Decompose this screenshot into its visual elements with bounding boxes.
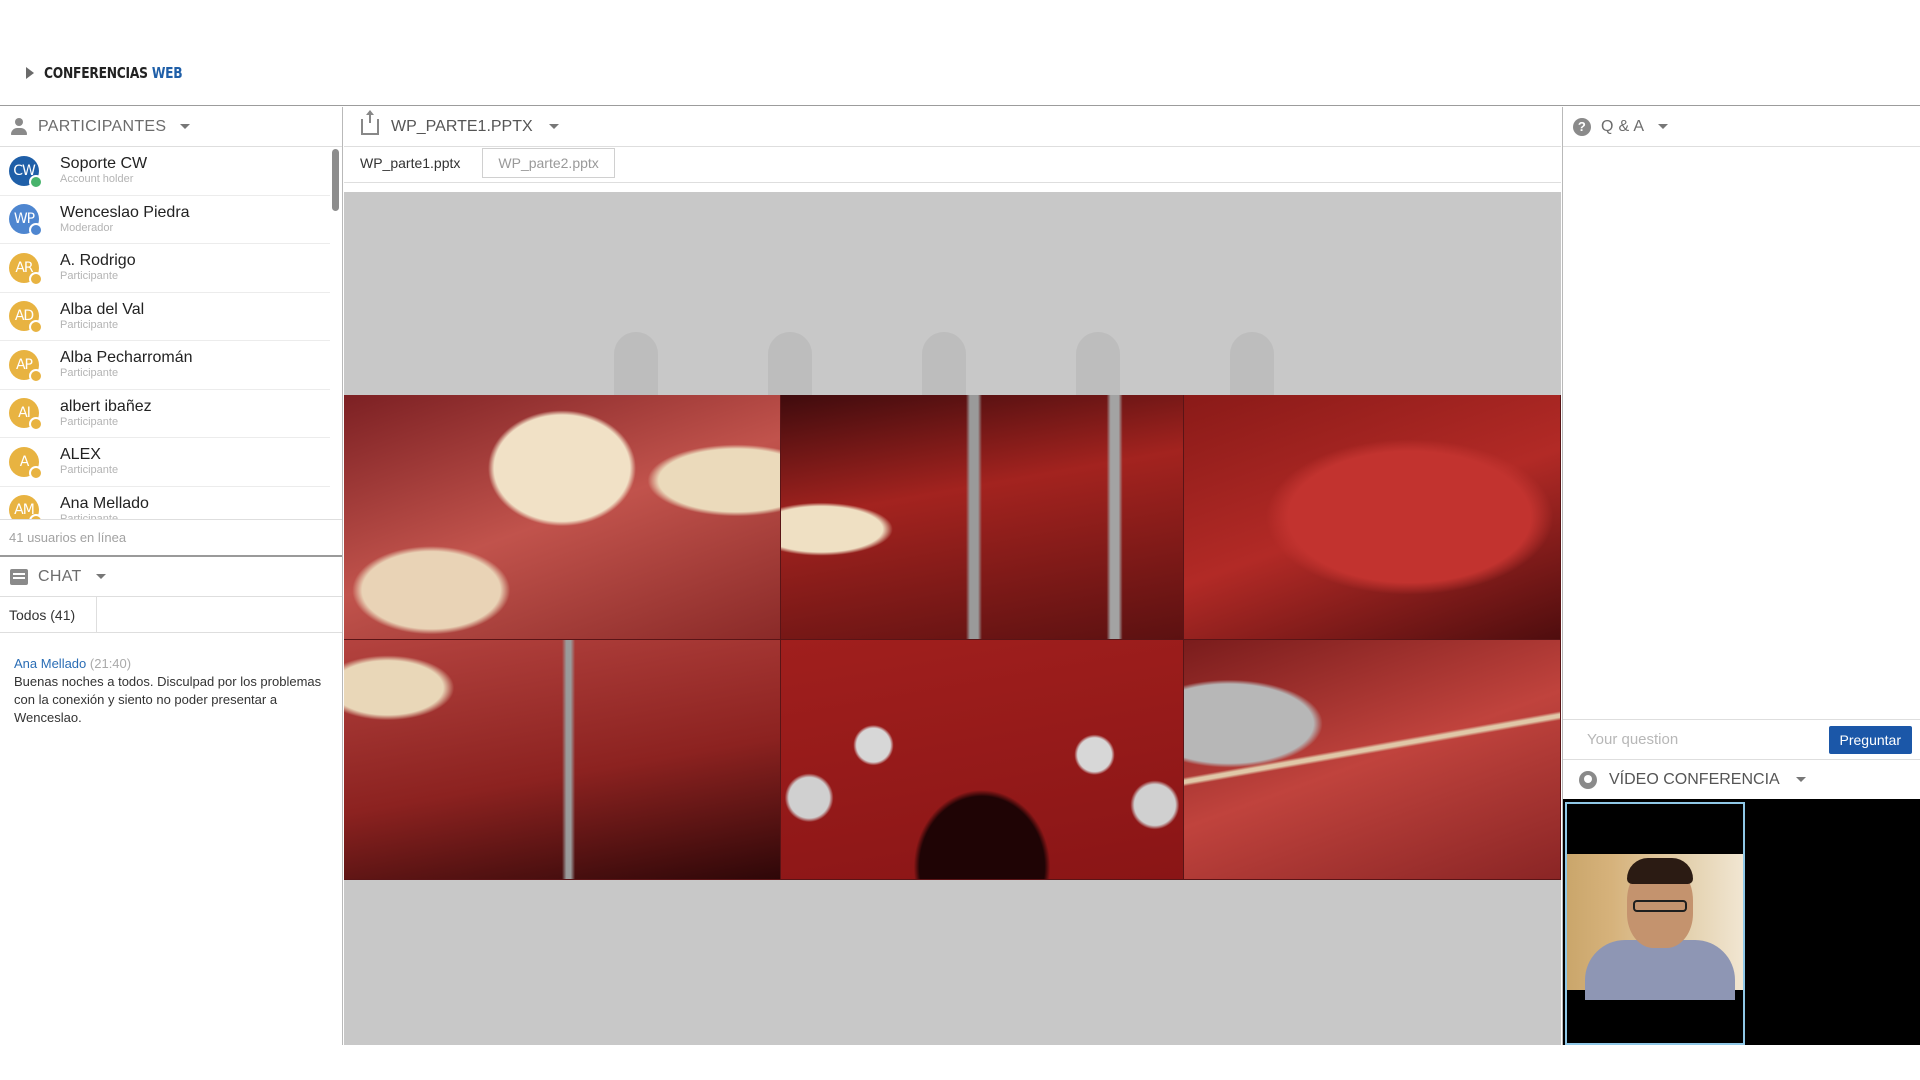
- chat-header[interactable]: CHAT: [0, 557, 342, 597]
- slide-photo: [1184, 640, 1561, 880]
- participant-name: A. Rodrigo: [60, 252, 136, 270]
- brand-logo[interactable]: CONFERENCIAS WEB: [26, 64, 213, 82]
- play-triangle-icon: [26, 67, 34, 79]
- webcam-feed[interactable]: [1565, 802, 1745, 1045]
- participant-item[interactable]: WP Wenceslao Piedra Moderador: [0, 196, 330, 244]
- participant-name: Alba Pecharromán: [60, 349, 193, 367]
- role-badge-icon: [29, 174, 43, 189]
- participant-name: albert ibañez: [60, 397, 152, 415]
- chat-title: CHAT: [38, 567, 82, 585]
- slide-photo: [781, 395, 1184, 640]
- slide-photo: [344, 395, 781, 640]
- chat-message-author[interactable]: Ana Mellado: [14, 656, 86, 671]
- chat-bubble-icon: [10, 568, 28, 585]
- brand-name: CONFERENCIAS WEB: [44, 64, 183, 82]
- participants-title: PARTICIPANTES: [38, 117, 167, 135]
- file-tabs: WP_parte1.pptx WP_parte2.pptx: [344, 147, 1561, 183]
- avatar: AD: [9, 301, 43, 335]
- avatar: AR: [9, 252, 43, 286]
- presentation-panel: WP_PARTE1.PPTX WP_parte1.pptx WP_parte2.…: [344, 107, 1561, 1045]
- qa-list: [1563, 147, 1920, 720]
- chat-tab-all[interactable]: Todos (41): [0, 597, 97, 632]
- participant-item[interactable]: AD Alba del Val Participante: [0, 293, 330, 341]
- slide-watermark: [614, 332, 1274, 402]
- role-badge-icon: [29, 271, 43, 286]
- participant-name: Wenceslao Piedra: [60, 203, 190, 221]
- app-header: CONFERENCIAS WEB: [0, 0, 1920, 106]
- participant-role: Account holder: [60, 173, 134, 186]
- participant-role: Participante: [60, 512, 119, 519]
- tab-file-2[interactable]: WP_parte2.pptx: [482, 148, 615, 178]
- right-sidebar: ? Q & A Preguntar VÍDEO CONFERENCIA: [1562, 107, 1920, 1045]
- participant-role: Participante: [60, 464, 119, 477]
- participant-name: Alba del Val: [60, 300, 145, 318]
- participant-item[interactable]: AM Ana Mellado Participante: [0, 487, 330, 519]
- chat-message-time: (21:40): [89, 656, 132, 671]
- video-header[interactable]: VÍDEO CONFERENCIA: [1563, 760, 1920, 800]
- slide-photo: [781, 640, 1184, 880]
- user-icon: [10, 117, 28, 136]
- slide-photo: [344, 640, 781, 880]
- participant-name: Soporte CW: [60, 155, 148, 173]
- participant-item[interactable]: AI albert ibañez Participante: [0, 390, 330, 438]
- participant-role: Participante: [60, 415, 119, 428]
- chevron-down-icon[interactable]: [548, 124, 559, 129]
- slide-stage: [344, 192, 1561, 1045]
- slide-image-collage: [344, 395, 1561, 880]
- participant-role: Participante: [60, 318, 119, 331]
- avatar: AM: [9, 495, 43, 519]
- participants-list: CW Soporte CW Account holder WP Wenceslao…: [0, 147, 342, 519]
- participant-role: Participante: [60, 270, 119, 283]
- online-count: 41 usuarios en línea: [0, 519, 342, 557]
- chat-tabs: Todos (41): [0, 597, 342, 633]
- avatar: A: [9, 446, 43, 480]
- avatar: WP: [9, 204, 43, 238]
- qa-title: Q & A: [1601, 117, 1645, 135]
- chevron-down-icon[interactable]: [1795, 777, 1806, 782]
- question-input[interactable]: [1587, 725, 1829, 754]
- role-badge-icon: [29, 320, 43, 335]
- role-badge-icon: [29, 417, 43, 432]
- chevron-down-icon[interactable]: [180, 124, 191, 129]
- participant-item[interactable]: AP Alba Pecharromán Participante: [0, 341, 330, 390]
- left-sidebar: PARTICIPANTES CW Soporte CW Account holde…: [0, 107, 343, 1045]
- role-badge-icon: [29, 368, 43, 383]
- camera-icon: [1579, 770, 1597, 789]
- avatar: AP: [9, 349, 43, 383]
- presentation-title: WP_PARTE1.PPTX: [391, 117, 533, 135]
- video-area: [1563, 799, 1920, 1045]
- video-title: VÍDEO CONFERENCIA: [1609, 770, 1780, 788]
- participant-item[interactable]: A ALEX Participante: [0, 438, 330, 487]
- participant-name: Ana Mellado: [60, 494, 149, 512]
- presentation-header[interactable]: WP_PARTE1.PPTX: [344, 107, 1561, 147]
- question-form: Preguntar: [1563, 720, 1920, 760]
- share-icon[interactable]: [361, 109, 379, 135]
- role-badge-icon: [29, 514, 43, 519]
- chat-message-text: Buenas noches a todos. Disculpad por los…: [14, 674, 322, 725]
- role-badge-icon: [29, 223, 43, 238]
- ask-button[interactable]: Preguntar: [1828, 725, 1912, 754]
- chat-message: Ana Mellado (21:40) Buenas noches a todo…: [0, 633, 342, 727]
- participant-name: ALEX: [60, 446, 101, 464]
- role-badge-icon: [29, 465, 43, 480]
- participant-item[interactable]: AR A. Rodrigo Participante: [0, 244, 330, 293]
- avatar: CW: [9, 155, 43, 189]
- chevron-down-icon[interactable]: [95, 574, 106, 579]
- avatar: AI: [9, 398, 43, 432]
- participants-header[interactable]: PARTICIPANTES: [0, 107, 342, 147]
- slide-photo: [1184, 395, 1561, 640]
- participant-item[interactable]: CW Soporte CW Account holder: [0, 147, 330, 196]
- participant-role: Moderador: [60, 221, 114, 234]
- chevron-down-icon[interactable]: [1658, 124, 1669, 129]
- tab-file-1[interactable]: WP_parte1.pptx: [344, 148, 476, 178]
- question-icon: ?: [1573, 117, 1591, 136]
- webcam-image: [1567, 854, 1743, 1000]
- participant-role: Participante: [60, 367, 119, 380]
- qa-header[interactable]: ? Q & A: [1563, 107, 1920, 147]
- participants-scrollbar[interactable]: [332, 149, 339, 211]
